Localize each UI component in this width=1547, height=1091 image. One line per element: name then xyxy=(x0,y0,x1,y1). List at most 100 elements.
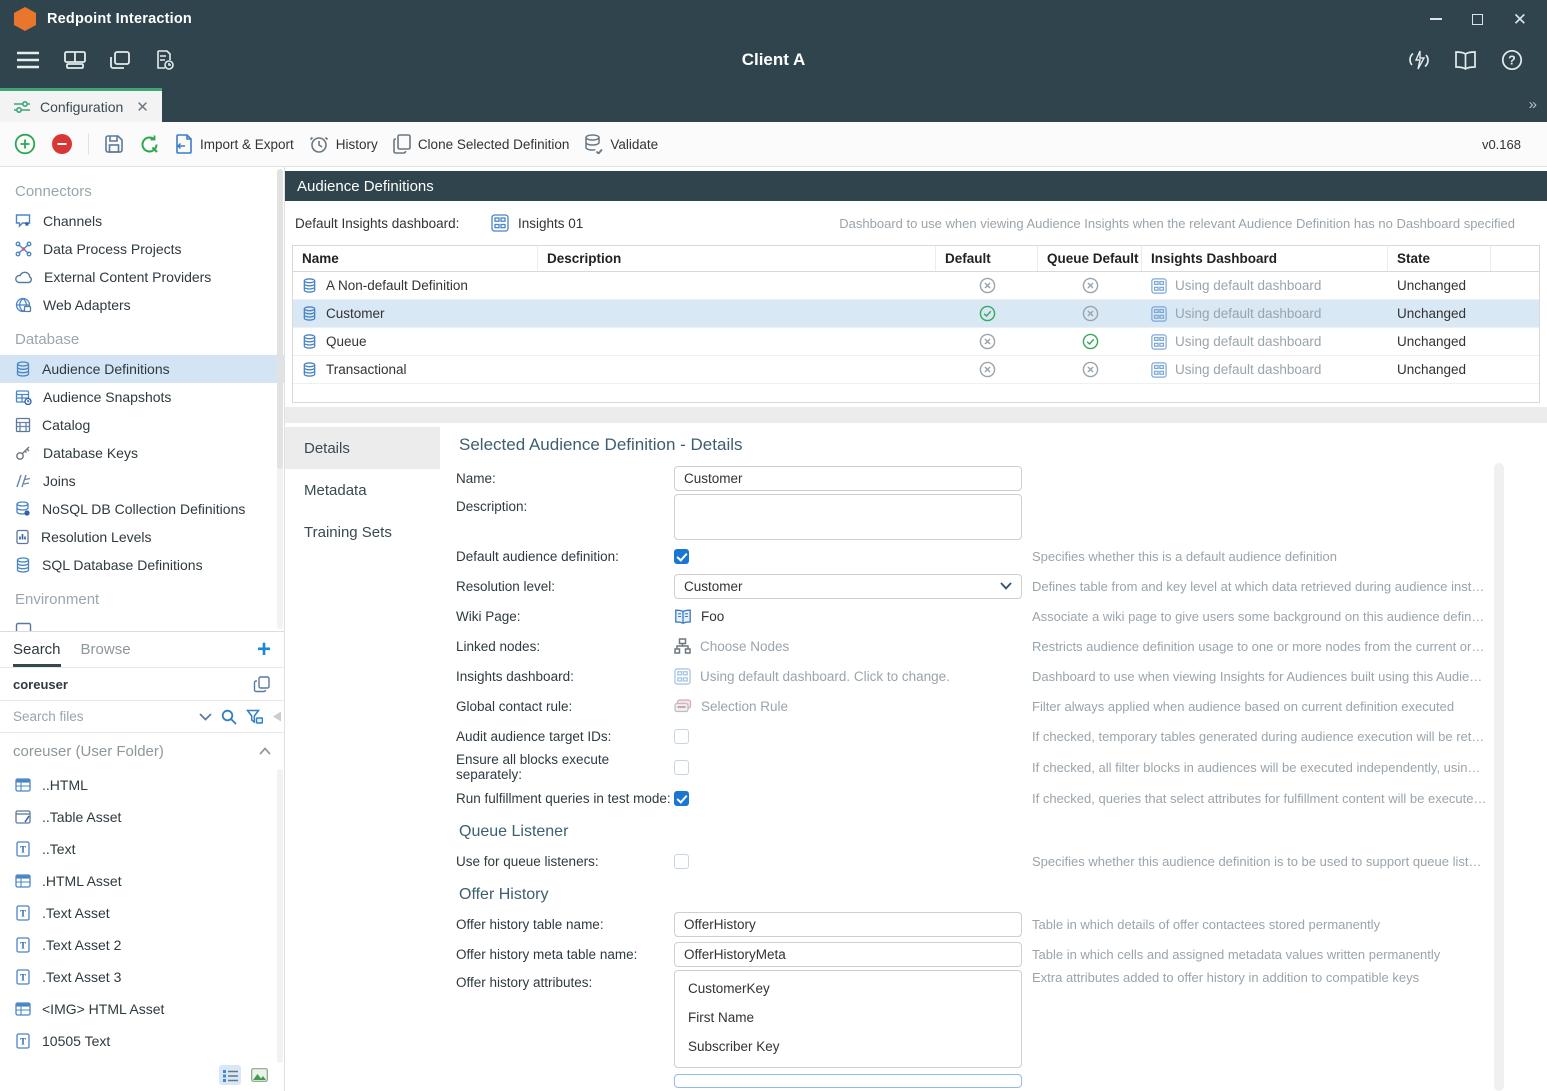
column-header-name[interactable]: Name xyxy=(293,246,538,271)
wiki-page-link[interactable]: Foo xyxy=(701,609,724,624)
documentation-book-icon[interactable] xyxy=(1454,51,1477,70)
tab-close-icon[interactable]: ✕ xyxy=(136,98,149,116)
attribute-item[interactable]: Subscriber Key xyxy=(675,1034,1021,1063)
list-item[interactable]: T .Text Asset xyxy=(0,897,284,929)
sidebar-item-joins[interactable]: Joins xyxy=(0,467,284,495)
sidebar-item-sql-database-definitions[interactable]: SQL Database Definitions xyxy=(0,551,284,579)
form-scrollbar[interactable] xyxy=(1494,463,1504,1091)
sync-icon[interactable] xyxy=(1408,49,1430,71)
layout-panels-icon[interactable] xyxy=(64,51,86,69)
remove-button[interactable] xyxy=(51,133,73,155)
sidebar-item-audience-definitions[interactable]: Audience Definitions xyxy=(0,355,284,383)
ensure-blocks-checkbox[interactable] xyxy=(674,760,689,775)
database-icon xyxy=(302,278,317,293)
clone-definition-button[interactable]: Clone Selected Definition xyxy=(393,134,570,154)
chevron-down-icon[interactable] xyxy=(199,713,212,721)
choose-nodes-link[interactable]: Choose Nodes xyxy=(700,639,789,654)
hamburger-menu-icon[interactable] xyxy=(16,51,40,69)
sidebar-item-web-adapters[interactable]: Web Adapters xyxy=(0,291,284,319)
sidebar-item-nosql-db-collection-definitions[interactable]: NoSQL DB Collection Definitions xyxy=(0,495,284,523)
file-list-scrollbar[interactable] xyxy=(277,769,283,1063)
list-item[interactable]: T ..Text xyxy=(0,833,284,865)
list-item[interactable]: T .Text Asset 2 xyxy=(0,929,284,961)
list-item[interactable]: T .Text Asset 3 xyxy=(0,961,284,993)
audit-target-ids-checkbox[interactable] xyxy=(674,729,689,744)
validate-button[interactable]: Validate xyxy=(584,134,658,154)
maximize-icon[interactable] xyxy=(1472,14,1483,25)
column-header-default[interactable]: Default xyxy=(936,246,1038,271)
list-item[interactable]: T ..Table Asset xyxy=(0,801,284,833)
copy-path-icon[interactable] xyxy=(253,675,271,693)
table-row[interactable]: Transactional Using default dashboard Un… xyxy=(293,356,1539,384)
tab-search[interactable]: Search xyxy=(13,632,61,667)
nav-scrollbar[interactable] xyxy=(277,169,283,629)
table-row[interactable]: A Non-default Definition Using default d… xyxy=(293,272,1539,300)
list-item[interactable]: T <IMG> HTML Asset xyxy=(0,993,284,1025)
insights-dashboard-link[interactable]: Using default dashboard. Click to change… xyxy=(700,669,950,684)
list-item[interactable]: T 10505 Text xyxy=(0,1025,284,1057)
add-button[interactable] xyxy=(14,133,36,155)
attribute-item[interactable]: First Name xyxy=(675,1005,1021,1034)
offer-history-attributes-listbox[interactable]: CustomerKey First Name Subscriber Key xyxy=(674,970,1022,1068)
close-icon[interactable]: ✕ xyxy=(1513,11,1527,28)
refresh-button[interactable] xyxy=(139,134,160,155)
minimize-icon[interactable] xyxy=(1430,18,1442,20)
column-header-queue-default[interactable]: Queue Default xyxy=(1038,246,1142,271)
cell-queue-default xyxy=(1038,305,1142,322)
column-header-description[interactable]: Description xyxy=(538,246,936,271)
help-icon[interactable]: ? xyxy=(1501,49,1523,71)
import-export-button[interactable]: Import & Export xyxy=(175,134,294,154)
test-mode-checkbox[interactable] xyxy=(674,791,689,806)
sidebar-item-resolution-levels[interactable]: Resolution Levels xyxy=(0,523,284,551)
collapse-chevron-icon[interactable] xyxy=(259,747,271,755)
table-row[interactable]: Queue Using default dashboard Unchanged xyxy=(293,328,1539,356)
sliders-icon xyxy=(13,100,31,114)
filter-icon[interactable] xyxy=(246,709,263,725)
sidebar-item-partial[interactable] xyxy=(0,615,284,631)
next-field-partial[interactable] xyxy=(674,1074,1022,1088)
folder-group-header[interactable]: coreuser (User Folder) xyxy=(0,733,284,769)
tab-overflow-icon[interactable]: » xyxy=(1529,96,1535,113)
prev-result-icon[interactable] xyxy=(272,711,282,722)
column-header-state[interactable]: State xyxy=(1388,246,1491,271)
default-audience-checkbox[interactable] xyxy=(674,549,689,564)
description-field[interactable] xyxy=(674,494,1022,540)
sidebar-item-database-keys[interactable]: Database Keys xyxy=(0,439,284,467)
queue-listeners-checkbox[interactable] xyxy=(674,854,689,869)
default-dashboard-value[interactable]: Insights 01 xyxy=(491,214,583,232)
table-row[interactable]: Customer Using default dashboard Unchang… xyxy=(293,300,1539,328)
list-view-toggle[interactable] xyxy=(219,1065,241,1085)
tab-configuration[interactable]: Configuration ✕ xyxy=(0,88,162,122)
sidebar-item-catalog[interactable]: Catalog xyxy=(0,411,284,439)
history-button[interactable]: History xyxy=(309,134,378,154)
tab-metadata[interactable]: Metadata xyxy=(285,469,440,511)
tab-training-sets[interactable]: Training Sets xyxy=(285,511,440,553)
thumbnail-view-toggle[interactable] xyxy=(248,1065,270,1085)
sidebar-item-channels[interactable]: Channels xyxy=(0,207,284,235)
document-history-icon[interactable] xyxy=(154,50,174,70)
column-header-insights-dashboard[interactable]: Insights Dashboard xyxy=(1142,246,1388,271)
tab-details[interactable]: Details xyxy=(285,427,440,469)
resolution-level-select[interactable]: Customer xyxy=(674,574,1022,599)
default-audience-label: Default audience definition: xyxy=(456,549,674,564)
attribute-item[interactable]: CustomerKey xyxy=(675,976,1021,1005)
list-item[interactable] xyxy=(0,1057,284,1063)
name-field[interactable] xyxy=(674,466,1022,491)
new-window-icon[interactable] xyxy=(110,51,130,69)
list-item[interactable]: T .HTML Asset xyxy=(0,865,284,897)
scope-input[interactable] xyxy=(13,677,253,692)
sidebar-item-audience-snapshots[interactable]: Audience Snapshots xyxy=(0,383,284,411)
sidebar-item-label: Database Keys xyxy=(43,445,138,461)
search-input[interactable] xyxy=(13,709,190,724)
insights-dashboard-help: Dashboard to use when viewing Insights f… xyxy=(1032,669,1487,684)
offer-history-meta-field[interactable] xyxy=(674,942,1022,967)
sidebar-item-external-content-providers[interactable]: External Content Providers xyxy=(0,263,284,291)
selection-rule-link[interactable]: Selection Rule xyxy=(701,699,788,714)
save-button[interactable] xyxy=(104,134,124,154)
add-file-button[interactable]: + xyxy=(257,638,271,662)
list-item[interactable]: T ..HTML xyxy=(0,769,284,801)
tab-browse[interactable]: Browse xyxy=(81,632,131,667)
sidebar-item-data-process-projects[interactable]: Data Process Projects xyxy=(0,235,284,263)
offer-history-table-field[interactable] xyxy=(674,912,1022,937)
search-icon[interactable] xyxy=(221,709,237,725)
